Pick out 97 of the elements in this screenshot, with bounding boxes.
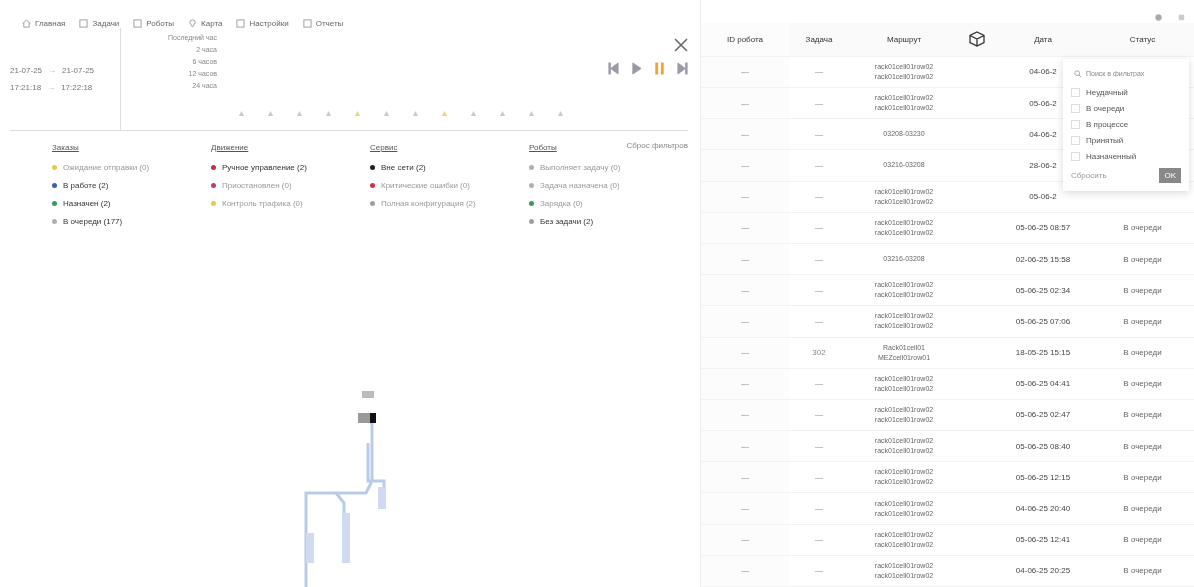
search-icon: [1074, 69, 1082, 78]
column-header[interactable]: Задача: [789, 22, 849, 56]
table-cell: 05-06-25 08:57: [1015, 223, 1071, 233]
box-icon: [969, 31, 985, 48]
table-cell: 28-06-2: [1029, 160, 1057, 170]
table-cell-text: —: [814, 503, 824, 516]
pin-icon: [188, 18, 197, 28]
table-cell: 05-06-2: [1029, 98, 1057, 108]
table-cell-text: —: [814, 315, 824, 328]
filter-item[interactable]: Вне сети (2): [370, 163, 529, 172]
table-cell-text: —: [814, 471, 824, 484]
filter-group-title: Заказы: [52, 143, 79, 152]
status-text: В очереди: [1123, 472, 1162, 482]
status-text: В очереди: [1123, 254, 1162, 264]
filter-option[interactable]: Принятый: [1071, 135, 1181, 145]
column-header[interactable]: Дата: [995, 22, 1091, 56]
table-cell-text: 302: [811, 347, 827, 360]
date-text: 21-07-25: [10, 66, 43, 75]
status-text: В очереди: [1123, 535, 1162, 545]
home-icon: [22, 18, 31, 28]
ok-button[interactable]: OK: [1159, 167, 1181, 183]
nav-link[interactable]: Настройки: [236, 18, 289, 28]
filter-item[interactable]: В очереди (177): [52, 217, 211, 226]
table-cell: 05-06-2: [1029, 192, 1057, 202]
status-text: В очереди: [1123, 348, 1162, 358]
status-text: В очереди: [1123, 504, 1162, 514]
table-cell-text: —: [814, 159, 824, 172]
filter-group-title: Сервис: [370, 143, 398, 152]
table-cell: 05-06-25 04:41: [1015, 379, 1071, 389]
table-cell-text: —: [814, 97, 824, 110]
play-icon[interactable]: [631, 62, 642, 75]
grid-icon: [133, 18, 143, 28]
filter-item[interactable]: Ручное управление (2): [211, 163, 370, 172]
table-cell-text: —: [814, 378, 824, 391]
table-cell-text: —: [814, 253, 824, 266]
checkbox[interactable]: [1071, 151, 1080, 161]
nav-link[interactable]: Роботы: [133, 18, 174, 28]
table-cell: 04-06-2: [1029, 67, 1057, 77]
table-cell: 05-06-25 02:34: [1015, 285, 1071, 295]
status-text: В очереди: [1123, 410, 1162, 420]
filter-item[interactable]: В работе (2): [52, 181, 211, 190]
filter-option[interactable]: Назначенный: [1071, 151, 1181, 161]
date-text: 21-07-25: [62, 66, 95, 75]
checkbox[interactable]: [1071, 135, 1080, 145]
nav-link[interactable]: Карта: [188, 18, 223, 28]
table-cell: 05-06-25 12:15: [1015, 472, 1071, 482]
table-cell: 04-06-2: [1029, 129, 1057, 139]
nav-link[interactable]: Главная: [22, 18, 66, 28]
status-text: В очереди: [1123, 223, 1162, 233]
time-text: 17:21:18: [10, 83, 42, 92]
status-text: В очереди: [1123, 285, 1162, 295]
reset-filters-link[interactable]: Сброс фильтров: [626, 141, 688, 150]
checkbox[interactable]: [1071, 119, 1080, 129]
grid-icon: [79, 18, 89, 28]
table-cell-text: —: [814, 222, 824, 235]
nav-link[interactable]: Задачи: [79, 18, 120, 28]
table-cell: 05-06-25 07:06: [1015, 316, 1071, 326]
column-header[interactable]: Маршрут: [849, 22, 959, 56]
status-text: В очереди: [1123, 566, 1162, 576]
table-cell-text: —: [814, 565, 824, 578]
table-cell-text: —: [814, 191, 824, 204]
table-cell: 05-06-25 12:41: [1015, 535, 1071, 545]
table-cell-text: —: [814, 440, 824, 453]
table-cell: 18-05-25 15:15: [1015, 348, 1071, 358]
grid-icon: [302, 18, 312, 28]
table-cell-text: —: [814, 409, 824, 422]
column-header[interactable]: Статус: [1091, 22, 1194, 56]
status-text: В очереди: [1123, 316, 1162, 326]
skip-back-icon[interactable]: [608, 62, 619, 75]
arrow-icon: →: [47, 83, 56, 92]
time-text: 17:22:18: [61, 83, 93, 92]
close-icon[interactable]: [674, 38, 688, 52]
filter-group-title: Роботы: [529, 143, 557, 152]
filter-item[interactable]: Без задачи (2): [529, 217, 688, 226]
filter-option[interactable]: В очереди: [1071, 103, 1181, 113]
checkbox[interactable]: [1071, 103, 1080, 113]
table-cell-text: —: [814, 66, 824, 79]
table-cell-text: —: [814, 534, 824, 547]
filter-group-title: Движение: [211, 143, 249, 152]
table-cell: 02-06-25 15:58: [1015, 254, 1071, 264]
table-cell: 04-06-25 20:25: [1015, 566, 1071, 576]
table-cell-text: —: [814, 284, 824, 297]
grid-icon: [236, 18, 246, 28]
nav-link[interactable]: Отчеты: [302, 18, 344, 28]
skip-forward-icon[interactable]: [677, 62, 688, 75]
table-cell: 05-06-25 08:40: [1015, 441, 1071, 451]
status-text: В очереди: [1123, 379, 1162, 389]
filter-option[interactable]: Неудачный: [1071, 87, 1181, 97]
filter-item[interactable]: Назначен (2): [52, 199, 211, 208]
filter-option[interactable]: В процессе: [1071, 119, 1181, 129]
table-cell-text: —: [814, 128, 824, 141]
checkbox[interactable]: [1071, 87, 1080, 97]
status-text: В очереди: [1123, 441, 1162, 451]
table-cell: 04-06-25 20:40: [1015, 504, 1071, 514]
table-cell: 05-06-25 02:47: [1015, 410, 1071, 420]
pause-icon[interactable]: [654, 62, 665, 75]
arrow-icon: →: [48, 66, 57, 75]
